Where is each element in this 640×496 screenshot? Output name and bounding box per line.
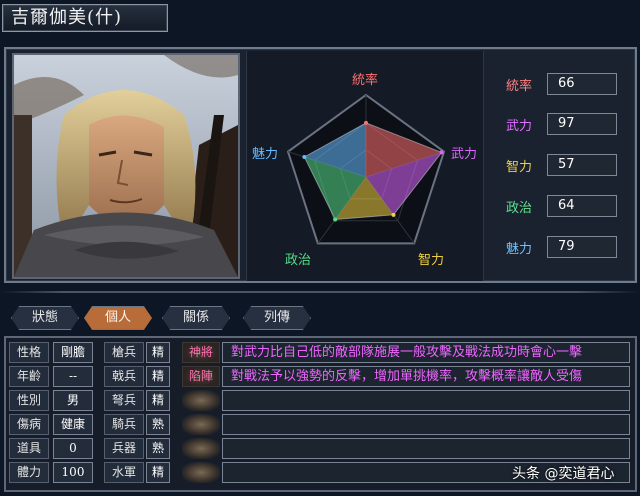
items-value: 0 [53,438,93,459]
stamina-value: 100 [53,462,93,483]
attribute-stats: 統率 66 武力 97 智力 57 政治 64 魅力 79 [490,49,635,281]
radar-point [364,120,368,125]
stat-value: 66 [547,73,617,95]
watermark-text: 头条 @奕道君心 [512,466,615,482]
skill-name[interactable]: 陷陣 [182,366,220,387]
radar-label-war: 武力 [451,147,478,162]
stat-label: 智力 [505,160,532,175]
aptitude-spear-label: 槍兵 [104,342,144,363]
stat-row-command: 統率 66 [498,73,618,95]
stat-value: 79 [547,236,617,258]
skill-slot-empty [182,462,220,483]
skill-description: 對戰法予以強勢的反擊，增加單挑機率，攻擊概率讓敵人受傷 [222,366,630,387]
tab-relations[interactable]: 關係 [162,306,230,330]
aptitude-navy-label: 水軍 [104,462,144,483]
aptitude-cavalry-label: 騎兵 [104,414,144,435]
tab-status[interactable]: 狀態 [11,306,79,330]
age-value: -- [53,366,93,387]
radar-label-command: 統率 [352,73,379,88]
tab-biography[interactable]: 列傳 [243,306,311,330]
character-info-panel: 統率 武力 智力 政治 魅力 統率 66 武力 97 智力 57 政治 64 魅… [4,47,637,283]
radar-point [391,212,396,217]
aptitude-siege-label: 兵器 [104,438,144,459]
health-value: 健康 [53,414,93,435]
items-label: 道具 [9,438,49,459]
radar-point [302,154,307,159]
radar-label-charm: 魅力 [252,147,279,162]
radar-label-politics: 政治 [285,253,312,268]
aptitude-crossbow-value: 精 [146,390,170,411]
skill-description [222,414,630,435]
aptitude-crossbow-label: 弩兵 [104,390,144,411]
tab-personal[interactable]: 個人 [84,306,152,330]
personality-value: 剛膽 [53,342,93,363]
stat-row-war: 武力 97 [498,113,618,135]
stat-row-politics: 政治 64 [498,195,618,217]
skill-description [222,390,630,411]
stat-label: 武力 [505,119,532,134]
radar-point [439,150,444,155]
stat-label: 統率 [505,79,532,94]
stat-value: 97 [547,113,617,135]
character-portrait [12,53,240,279]
portrait-image [14,55,238,277]
aptitude-cavalry-value: 熟 [146,414,170,435]
personality-label: 性格 [9,342,49,363]
health-label: 傷病 [9,414,49,435]
stat-value: 57 [547,154,617,176]
aptitude-halberd-value: 精 [146,366,170,387]
gender-value: 男 [53,390,93,411]
aptitude-navy-value: 精 [146,462,170,483]
skill-slot-empty [182,414,220,435]
aptitude-siege-value: 熟 [146,438,170,459]
stat-row-intelligence: 智力 57 [498,154,618,176]
age-label: 年齡 [9,366,49,387]
radar-point [333,217,338,222]
skill-name[interactable]: 神將 [182,342,220,363]
skill-slot-empty [182,438,220,459]
stamina-label: 體力 [9,462,49,483]
aptitude-halberd-label: 戟兵 [104,366,144,387]
stat-label: 政治 [505,201,532,216]
skill-slot-empty [182,390,220,411]
stat-label: 魅力 [505,242,532,257]
attribute-radar-chart: 統率 武力 智力 政治 魅力 [246,51,484,281]
stat-row-charm: 魅力 79 [498,236,618,258]
aptitude-spear-value: 精 [146,342,170,363]
skill-description [222,438,630,459]
stat-value: 64 [547,195,617,217]
character-name: 吉爾伽美(什) [2,4,168,32]
skill-description: 對武力比自己低的敵部隊施展一般攻擊及戰法成功時會心一擊 [222,342,630,363]
radar-label-intelligence: 智力 [418,253,445,268]
section-divider [0,291,640,293]
gender-label: 性別 [9,390,49,411]
